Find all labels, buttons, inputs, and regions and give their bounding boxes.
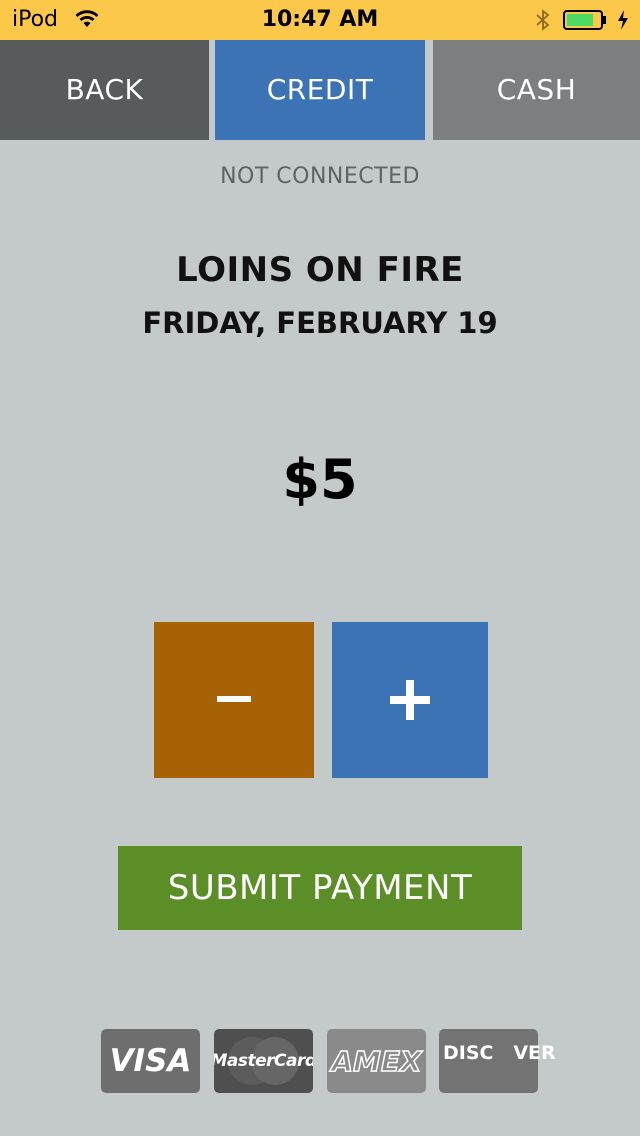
payment-amount: $5 (282, 448, 358, 511)
minus-icon (217, 696, 251, 702)
charging-icon (617, 9, 629, 35)
discover-logo: DISC VER (439, 1029, 556, 1093)
mastercard-label: MasterCard (214, 1051, 313, 1071)
increment-button[interactable] (332, 622, 488, 778)
visa-label: VISA (109, 1043, 192, 1079)
tab-cash[interactable]: CASH (433, 40, 640, 140)
battery-icon (563, 10, 607, 30)
event-date: FRIDAY, FEBRUARY 19 (142, 306, 498, 340)
amex-label: AMEX (331, 1044, 423, 1079)
visa-logo: VISA (101, 1029, 200, 1093)
mastercard-logo: MasterCard (214, 1029, 313, 1093)
tab-credit[interactable]: CREDIT (215, 40, 425, 140)
event-name: LOINS ON FIRE (176, 250, 464, 290)
connection-status: NOT CONNECTED (220, 164, 420, 189)
decrement-button[interactable] (154, 622, 314, 778)
bluetooth-icon (534, 8, 552, 36)
submit-payment-button[interactable]: SUBMIT PAYMENT (118, 846, 522, 930)
discover-label: DISC VER (443, 1042, 556, 1064)
back-button[interactable]: BACK (0, 40, 209, 140)
amex-logo: AMEX (327, 1029, 426, 1093)
plus-icon (390, 680, 430, 720)
status-bar: iPod 10:47 AM (0, 0, 640, 40)
